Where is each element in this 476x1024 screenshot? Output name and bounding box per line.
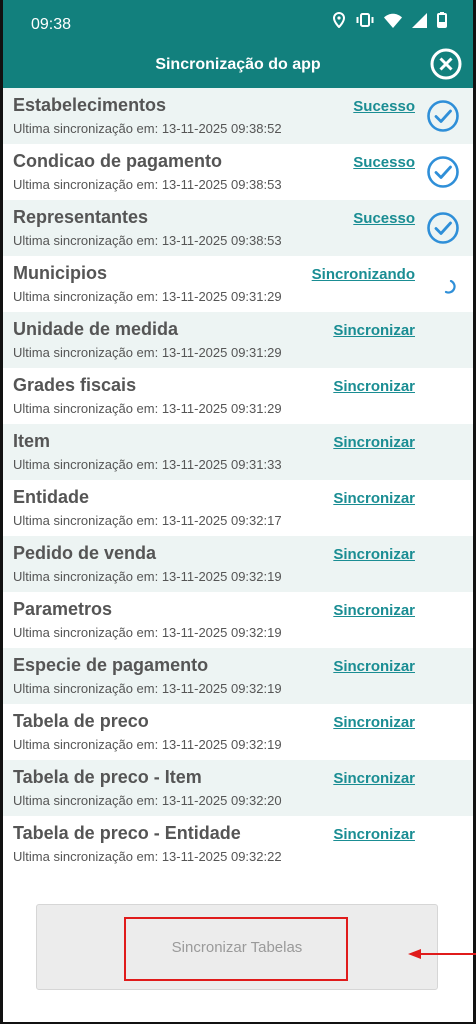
sync-status-link[interactable]: Sincronizar — [333, 322, 415, 339]
table-name: Tabela de preco - Item — [13, 767, 202, 787]
table-name: Pedido de venda — [13, 543, 157, 563]
last-sync-date: Ultima sincronização em: 13-11-2025 09:3… — [13, 793, 282, 808]
table-name: Especie de pagamento — [13, 655, 209, 675]
last-sync-date: Ultima sincronização em: 13-11-2025 09:3… — [13, 737, 282, 752]
list-item: Municipios Ultima sincronização em: 13-11… — [3, 256, 473, 312]
list-item: Entidade Ultima sincronização em: 13-11-2… — [3, 480, 473, 536]
list-item: Tabela de preco Ultima sincronização em: … — [3, 704, 473, 760]
last-sync-date: Ultima sincronização em: 13-11-2025 09:3… — [13, 625, 282, 640]
table-name: Parametros — [13, 599, 113, 619]
last-sync-date: Ultima sincronização em: 13-11-2025 09:3… — [13, 121, 282, 136]
table-name: Item — [13, 431, 51, 451]
sync-status-link[interactable]: Sincronizar — [333, 714, 415, 731]
list-item: Estabelecimentos Ultima sincronização em:… — [3, 88, 473, 144]
last-sync-date: Ultima sincronização em: 13-11-2025 09:3… — [13, 681, 282, 696]
status-icons — [332, 11, 447, 33]
sync-table-list: Estabelecimentos Ultima sincronização em:… — [3, 88, 473, 872]
table-name: Representantes — [13, 207, 149, 227]
list-item: Pedido de venda Ultima sincronização em: … — [3, 536, 473, 592]
close-button[interactable] — [430, 48, 462, 80]
list-item: Condicao de pagamento Ultima sincronizaçã… — [3, 144, 473, 200]
check-circle-icon — [426, 211, 460, 245]
list-item: Unidade de medida Ultima sincronização em… — [3, 312, 473, 368]
last-sync-date: Ultima sincronização em: 13-11-2025 09:3… — [13, 233, 282, 248]
table-name: Estabelecimentos — [13, 95, 167, 115]
last-sync-date: Ultima sincronização em: 13-11-2025 09:3… — [13, 345, 282, 360]
sync-status-link[interactable]: Sucesso — [353, 98, 415, 115]
table-name: Entidade — [13, 487, 90, 507]
sync-status-link[interactable]: Sincronizar — [333, 602, 415, 619]
close-circle-icon — [430, 48, 462, 84]
table-name: Tabela de preco - Entidade — [13, 823, 241, 843]
list-item: Tabela de preco - Entidade Ultima sincron… — [3, 816, 473, 872]
sync-status-link[interactable]: Sincronizar — [333, 770, 415, 787]
highlight-annotation-box — [124, 917, 348, 981]
list-item: Tabela de preco - Item Ultima sincronizaç… — [3, 760, 473, 816]
sync-status-link[interactable]: Sincronizar — [333, 826, 415, 843]
last-sync-date: Ultima sincronização em: 13-11-2025 09:3… — [13, 513, 282, 528]
list-item: Especie de pagamento Ultima sincronização… — [3, 648, 473, 704]
sync-status-link[interactable]: Sucesso — [353, 154, 415, 171]
last-sync-date: Ultima sincronização em: 13-11-2025 09:3… — [13, 289, 282, 304]
sync-status-link[interactable]: Sincronizar — [333, 658, 415, 675]
sync-status-link[interactable]: Sincronizar — [333, 434, 415, 451]
app-header: 09:38 Sincronização do app — [3, 0, 473, 88]
battery-icon — [437, 12, 447, 33]
table-name: Unidade de medida — [13, 319, 179, 339]
list-item: Representantes Ultima sincronização em: 1… — [3, 200, 473, 256]
page-title: Sincronização do app — [155, 56, 321, 73]
arrow-left-icon — [408, 949, 476, 959]
last-sync-date: Ultima sincronização em: 13-11-2025 09:3… — [13, 569, 282, 584]
sync-status-link[interactable]: Sincronizando — [312, 266, 415, 283]
location-icon — [332, 11, 346, 33]
signal-icon — [412, 12, 427, 33]
status-time: 09:38 — [31, 16, 72, 33]
last-sync-date: Ultima sincronização em: 13-11-2025 09:3… — [13, 457, 282, 472]
last-sync-date: Ultima sincronização em: 13-11-2025 09:3… — [13, 401, 282, 416]
sync-status-link[interactable]: Sincronizar — [333, 378, 415, 395]
spinner-icon — [443, 279, 457, 294]
table-name: Municipios — [13, 263, 107, 283]
list-item: Parametros Ultima sincronização em: 13-11… — [3, 592, 473, 648]
table-name: Grades fiscais — [13, 375, 137, 395]
sync-status-link[interactable]: Sincronizar — [333, 490, 415, 507]
list-item: Grades fiscais Ultima sincronização em: 1… — [3, 368, 473, 424]
last-sync-date: Ultima sincronização em: 13-11-2025 09:3… — [13, 849, 282, 864]
check-circle-icon — [426, 155, 460, 189]
table-name: Condicao de pagamento — [13, 151, 223, 171]
sync-status-link[interactable]: Sucesso — [353, 210, 415, 227]
last-sync-date: Ultima sincronização em: 13-11-2025 09:3… — [13, 177, 282, 192]
list-item: Item Ultima sincronização em: 13-11-2025 … — [3, 424, 473, 480]
sync-status-link[interactable]: Sincronizar — [333, 546, 415, 563]
table-name: Tabela de preco — [13, 711, 149, 731]
check-circle-icon — [426, 99, 460, 133]
wifi-icon — [384, 13, 402, 33]
vibrate-icon — [356, 12, 374, 33]
